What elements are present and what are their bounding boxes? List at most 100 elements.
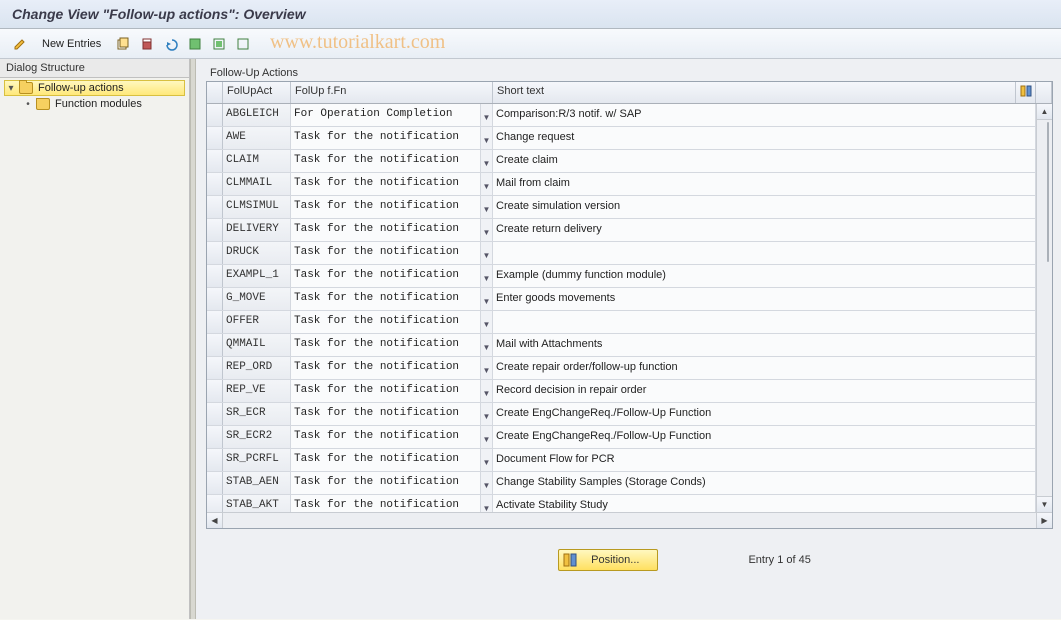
scroll-right-icon[interactable]: ▶ — [1036, 513, 1052, 528]
cell-shorttext[interactable]: Example (dummy function module) — [493, 265, 1036, 287]
row-selector[interactable] — [207, 219, 223, 241]
cell-folupffn[interactable]: Task for the notification — [291, 288, 481, 310]
cell-folupact[interactable]: G_MOVE — [223, 288, 291, 310]
cell-folupffn[interactable]: Task for the notification — [291, 334, 481, 356]
cell-folupffn[interactable]: Task for the notification — [291, 472, 481, 494]
cell-folupffn[interactable]: Task for the notification — [291, 265, 481, 287]
dropdown-icon[interactable]: ▼ — [481, 127, 493, 149]
cell-shorttext[interactable]: Create EngChangeReq./Follow-Up Function — [493, 403, 1036, 425]
dropdown-icon[interactable]: ▼ — [481, 242, 493, 264]
cell-shorttext[interactable]: Enter goods movements — [493, 288, 1036, 310]
cell-shorttext[interactable]: Create EngChangeReq./Follow-Up Function — [493, 426, 1036, 448]
cell-folupact[interactable]: STAB_AKT — [223, 495, 291, 512]
undo-icon[interactable] — [161, 34, 181, 54]
cell-folupffn[interactable]: Task for the notification — [291, 242, 481, 264]
cell-shorttext[interactable]: Mail with Attachments — [493, 334, 1036, 356]
cell-shorttext[interactable]: Comparison:R/3 notif. w/ SAP — [493, 104, 1036, 126]
table-row[interactable]: G_MOVETask for the notification▼Enter go… — [207, 288, 1036, 311]
scroll-up-icon[interactable]: ▲ — [1037, 104, 1052, 120]
table-row[interactable]: OFFERTask for the notification▼ — [207, 311, 1036, 334]
dropdown-icon[interactable]: ▼ — [481, 472, 493, 494]
cell-folupact[interactable]: CLAIM — [223, 150, 291, 172]
cell-folupffn[interactable]: Task for the notification — [291, 196, 481, 218]
row-selector[interactable] — [207, 127, 223, 149]
table-row[interactable]: DELIVERYTask for the notification▼Create… — [207, 219, 1036, 242]
cell-folupffn[interactable]: Task for the notification — [291, 495, 481, 512]
scroll-down-icon[interactable]: ▼ — [1037, 496, 1052, 512]
cell-shorttext[interactable]: Mail from claim — [493, 173, 1036, 195]
dropdown-icon[interactable]: ▼ — [481, 288, 493, 310]
row-selector[interactable] — [207, 472, 223, 494]
dropdown-icon[interactable]: ▼ — [481, 403, 493, 425]
cell-folupffn[interactable]: Task for the notification — [291, 449, 481, 471]
toggle-edit-icon[interactable] — [10, 34, 30, 54]
cell-folupffn[interactable]: Task for the notification — [291, 173, 481, 195]
cell-folupact[interactable]: SR_ECR — [223, 403, 291, 425]
row-selector[interactable] — [207, 196, 223, 218]
row-selector[interactable] — [207, 173, 223, 195]
table-row[interactable]: SR_ECR2Task for the notification▼Create … — [207, 426, 1036, 449]
new-entries-button[interactable]: New Entries — [34, 34, 109, 54]
row-selector[interactable] — [207, 426, 223, 448]
dropdown-icon[interactable]: ▼ — [481, 219, 493, 241]
table-row[interactable]: DRUCKTask for the notification▼ — [207, 242, 1036, 265]
table-row[interactable]: CLMSIMULTask for the notification▼Create… — [207, 196, 1036, 219]
cell-shorttext[interactable] — [493, 311, 1036, 333]
cell-folupact[interactable]: ABGLEICH — [223, 104, 291, 126]
cell-folupact[interactable]: CLMSIMUL — [223, 196, 291, 218]
table-row[interactable]: CLAIMTask for the notification▼Create cl… — [207, 150, 1036, 173]
scroll-left-icon[interactable]: ◀ — [207, 513, 223, 528]
dropdown-icon[interactable]: ▼ — [481, 380, 493, 402]
table-row[interactable]: CLMMAILTask for the notification▼Mail fr… — [207, 173, 1036, 196]
cell-folupact[interactable]: QMMAIL — [223, 334, 291, 356]
cell-folupact[interactable]: SR_ECR2 — [223, 426, 291, 448]
cell-shorttext[interactable]: Document Flow for PCR — [493, 449, 1036, 471]
table-row[interactable]: STAB_AKTTask for the notification▼Activa… — [207, 495, 1036, 512]
scroll-thumb[interactable] — [1047, 122, 1049, 262]
cell-folupact[interactable]: OFFER — [223, 311, 291, 333]
cell-shorttext[interactable] — [493, 242, 1036, 264]
col-header-shorttext[interactable]: Short text — [493, 82, 1016, 103]
row-selector[interactable] — [207, 334, 223, 356]
dropdown-icon[interactable]: ▼ — [481, 311, 493, 333]
table-row[interactable]: EXAMPL_1Task for the notification▼Exampl… — [207, 265, 1036, 288]
deselect-all-icon[interactable] — [233, 34, 253, 54]
row-selector[interactable] — [207, 357, 223, 379]
row-selector[interactable] — [207, 380, 223, 402]
tree-item-followup-actions[interactable]: ▾ Follow-up actions — [4, 80, 185, 96]
cell-folupact[interactable]: CLMMAIL — [223, 173, 291, 195]
copy-icon[interactable] — [113, 34, 133, 54]
cell-folupffn[interactable]: Task for the notification — [291, 403, 481, 425]
horizontal-scrollbar[interactable]: ◀ ▶ — [207, 512, 1052, 528]
row-selector[interactable] — [207, 265, 223, 287]
cell-folupffn[interactable]: Task for the notification — [291, 357, 481, 379]
cell-shorttext[interactable]: Change request — [493, 127, 1036, 149]
cell-folupact[interactable]: SR_PCRFL — [223, 449, 291, 471]
cell-folupffn[interactable]: Task for the notification — [291, 426, 481, 448]
row-selector[interactable] — [207, 104, 223, 126]
dropdown-icon[interactable]: ▼ — [481, 150, 493, 172]
row-selector-header[interactable] — [207, 82, 223, 103]
row-selector[interactable] — [207, 242, 223, 264]
vertical-scrollbar[interactable]: ▲ ▼ — [1036, 104, 1052, 512]
row-selector[interactable] — [207, 495, 223, 512]
select-all-icon[interactable] — [185, 34, 205, 54]
row-selector[interactable] — [207, 150, 223, 172]
position-button[interactable]: Position... — [558, 549, 658, 571]
dropdown-icon[interactable]: ▼ — [481, 104, 493, 126]
table-row[interactable]: SR_PCRFLTask for the notification▼Docume… — [207, 449, 1036, 472]
row-selector[interactable] — [207, 403, 223, 425]
cell-folupffn[interactable]: Task for the notification — [291, 311, 481, 333]
cell-shorttext[interactable]: Record decision in repair order — [493, 380, 1036, 402]
row-selector[interactable] — [207, 311, 223, 333]
dropdown-icon[interactable]: ▼ — [481, 426, 493, 448]
dropdown-icon[interactable]: ▼ — [481, 357, 493, 379]
tree-item-function-modules[interactable]: • Function modules — [4, 96, 185, 112]
row-selector[interactable] — [207, 449, 223, 471]
dropdown-icon[interactable]: ▼ — [481, 196, 493, 218]
table-row[interactable]: SR_ECRTask for the notification▼Create E… — [207, 403, 1036, 426]
dropdown-icon[interactable]: ▼ — [481, 334, 493, 356]
dropdown-icon[interactable]: ▼ — [481, 449, 493, 471]
cell-shorttext[interactable]: Activate Stability Study — [493, 495, 1036, 512]
table-row[interactable]: AWETask for the notification▼Change requ… — [207, 127, 1036, 150]
